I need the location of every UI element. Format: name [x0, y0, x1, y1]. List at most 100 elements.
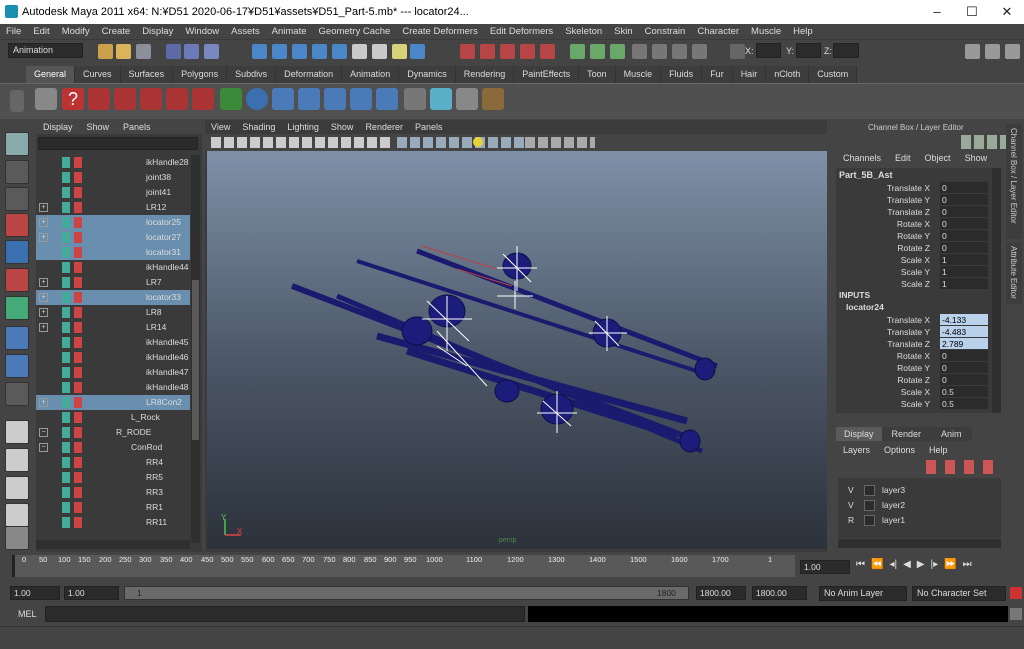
- channel-attr-value[interactable]: -4.133: [940, 314, 988, 325]
- move-tool-icon[interactable]: [5, 213, 29, 237]
- menu-animate[interactable]: Animate: [266, 26, 313, 37]
- channels-menu-channels[interactable]: Channels: [836, 153, 888, 163]
- layer-visibility-toggle[interactable]: R: [848, 513, 854, 528]
- current-frame-field[interactable]: 1.00: [800, 560, 850, 574]
- y-field[interactable]: [796, 43, 821, 58]
- selection-icon[interactable]: [652, 44, 667, 59]
- scale-tool-icon[interactable]: [5, 268, 29, 292]
- rename-icon[interactable]: [632, 44, 647, 59]
- outliner-row[interactable]: RR1: [36, 500, 190, 515]
- channel-row[interactable]: Scale Z 1: [836, 278, 988, 290]
- side-by-side-layout-icon[interactable]: [5, 476, 29, 500]
- render-icon-4[interactable]: [166, 88, 188, 110]
- layer-tab-render[interactable]: Render: [881, 427, 932, 441]
- layer-row[interactable]: Vlayer2: [842, 498, 1002, 513]
- channel-attr-value[interactable]: 0: [940, 206, 988, 217]
- absolute-transform-icon[interactable]: [590, 44, 605, 59]
- outliner-filter-input[interactable]: [38, 137, 198, 150]
- help-question-icon[interactable]: [392, 44, 407, 59]
- quick-select-icon[interactable]: [672, 44, 687, 59]
- outliner-row[interactable]: + LR12: [36, 200, 190, 215]
- render-icon-5[interactable]: [192, 88, 214, 110]
- outliner-row[interactable]: − ConRod: [36, 440, 190, 455]
- input-box-icon[interactable]: [570, 44, 585, 59]
- animation-start-field[interactable]: 1.00: [10, 586, 60, 600]
- shelf-tab-toon[interactable]: Toon: [579, 66, 616, 83]
- shelf-tab-curves[interactable]: Curves: [75, 66, 121, 83]
- layer-row[interactable]: Rlayer1: [842, 513, 1002, 528]
- shelf-tab-fur[interactable]: Fur: [702, 66, 733, 83]
- rotate-tool-icon[interactable]: [5, 240, 29, 264]
- help-icon[interactable]: ?: [62, 88, 84, 110]
- render-icon-3[interactable]: [140, 88, 162, 110]
- layer-menu-help[interactable]: Help: [922, 445, 955, 455]
- expand-toggle-icon[interactable]: +: [39, 308, 48, 317]
- layer-visibility-toggle[interactable]: V: [848, 483, 854, 498]
- joint-orient-icon[interactable]: [350, 88, 372, 110]
- outliner-row[interactable]: + LR7: [36, 275, 190, 290]
- shelf-tab-deformation[interactable]: Deformation: [276, 66, 343, 83]
- attribute-editor-toggle-icon[interactable]: [965, 44, 980, 59]
- shelf-tab-fluids[interactable]: Fluids: [661, 66, 703, 83]
- construction-history-icon[interactable]: [410, 44, 425, 59]
- channels-menu-show[interactable]: Show: [958, 153, 995, 163]
- shelf-tab-muscle[interactable]: Muscle: [615, 66, 662, 83]
- outliner-menu-panels[interactable]: Panels: [116, 122, 158, 132]
- script-editor-icon[interactable]: [1010, 608, 1022, 620]
- film-reel-icon[interactable]: [35, 88, 57, 110]
- layer-menu-options[interactable]: Options: [877, 445, 922, 455]
- camera-tools-icon[interactable]: [211, 137, 391, 148]
- channel-row[interactable]: Rotate Z 0: [836, 374, 988, 386]
- outliner-row[interactable]: ikHandle46: [36, 350, 190, 365]
- shelf-tab-general[interactable]: General: [26, 66, 76, 83]
- character-set-dropdown[interactable]: No Character Set: [912, 586, 1006, 601]
- shelf-tab-animation[interactable]: Animation: [342, 66, 400, 83]
- shelf-tab-hair[interactable]: Hair: [732, 66, 767, 83]
- channel-row[interactable]: Translate X 0: [836, 182, 988, 194]
- select-tool-icon[interactable]: [5, 132, 29, 156]
- channels-menu-edit[interactable]: Edit: [888, 153, 918, 163]
- menu-skeleton[interactable]: Skeleton: [559, 26, 608, 37]
- menu-modify[interactable]: Modify: [56, 26, 96, 37]
- channel-attr-value[interactable]: 1: [940, 266, 988, 277]
- channel-row[interactable]: Rotate Y 0: [836, 362, 988, 374]
- range-slider-bar[interactable]: 1 1800: [124, 586, 689, 600]
- ipr-render-icon[interactable]: [480, 44, 495, 59]
- expand-toggle-icon[interactable]: +: [39, 218, 48, 227]
- expand-toggle-icon[interactable]: −: [39, 428, 48, 437]
- playback-end-field[interactable]: 1800.00: [696, 586, 746, 600]
- ik-handle-icon[interactable]: [298, 88, 320, 110]
- viewport-3d-scene[interactable]: Y X persp: [207, 151, 827, 549]
- timeline-track[interactable]: 0 50 100 150 200 250 300 350 400 450 500 550 600 650 7…: [12, 555, 795, 577]
- channel-attr-value[interactable]: 0: [940, 218, 988, 229]
- mesh-icon[interactable]: [430, 88, 452, 110]
- grid-cube-icon[interactable]: [456, 88, 478, 110]
- render-settings-icon[interactable]: [500, 44, 515, 59]
- layer-color-swatch[interactable]: [864, 485, 875, 496]
- channel-box-scrollbar[interactable]: [992, 168, 1001, 413]
- channel-row[interactable]: Translate X -4.133: [836, 314, 988, 326]
- outliner-row[interactable]: + locator33: [36, 290, 190, 305]
- expand-toggle-icon[interactable]: +: [39, 323, 48, 332]
- channel-box-toggle-icon[interactable]: [1005, 44, 1020, 59]
- select-hierarchy-icon[interactable]: [166, 44, 181, 59]
- light-icon[interactable]: [473, 137, 483, 147]
- outliner-row[interactable]: + LR8: [36, 305, 190, 320]
- open-scene-icon[interactable]: [116, 44, 131, 59]
- step-back-key-icon[interactable]: ◂|: [889, 559, 897, 575]
- shelf-tab-dynamics[interactable]: Dynamics: [399, 66, 456, 83]
- skin-bind-icon[interactable]: [324, 88, 346, 110]
- channel-attr-value[interactable]: 0: [940, 374, 988, 385]
- outliner-row[interactable]: + locator27: [36, 230, 190, 245]
- snap-live-icon[interactable]: [332, 44, 347, 59]
- auto-key-icon[interactable]: [1010, 587, 1022, 599]
- menu-muscle[interactable]: Muscle: [745, 26, 787, 37]
- step-back-icon[interactable]: ⏪: [871, 559, 883, 575]
- menu-constrain[interactable]: Constrain: [639, 26, 692, 37]
- channel-attr-value[interactable]: 0.5: [940, 386, 988, 397]
- layer-row[interactable]: Vlayer3: [842, 483, 1002, 498]
- outliner-row[interactable]: RR11: [36, 515, 190, 530]
- outliner-row[interactable]: + LR14: [36, 320, 190, 335]
- anim-layer-dropdown[interactable]: No Anim Layer: [819, 586, 907, 601]
- soft-mod-icon[interactable]: [5, 326, 29, 350]
